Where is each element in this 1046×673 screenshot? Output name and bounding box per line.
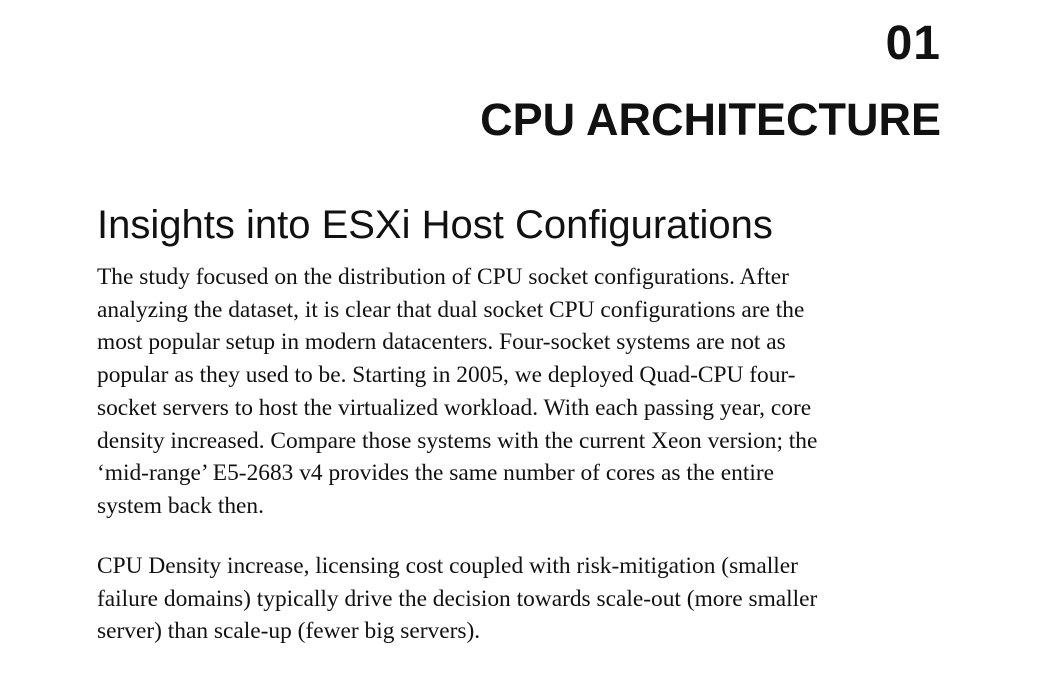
paragraph-line: The study focused on the distribution of… xyxy=(97,264,789,290)
section-heading: Insights into ESXi Host Configurations xyxy=(97,203,773,247)
paragraph-line: system back then. xyxy=(97,492,264,519)
paragraph-line: popular as they used to be. Starting in … xyxy=(97,362,796,389)
paragraph-line: most popular setup in modern datacenters… xyxy=(97,329,786,356)
paragraph-line: server) than scale-up (fewer big servers… xyxy=(97,618,481,645)
paragraph-line: analyzing the dataset, it is clear that … xyxy=(97,296,805,323)
chapter-title: CPU ARCHITECTURE xyxy=(480,94,941,145)
body-paragraph-2: CPU Density increase, licensing cost cou… xyxy=(97,550,947,648)
paragraph-line: failure domains) typically drive the dec… xyxy=(97,585,818,612)
paragraph-line: ‘mid-range’ E5-2683 v4 provides the same… xyxy=(97,460,775,487)
chapter-number: 01 xyxy=(885,17,941,70)
paragraph-line: CPU Density increase, licensing cost cou… xyxy=(97,553,798,579)
paragraph-line: density increased. Compare those systems… xyxy=(97,427,818,454)
body-paragraph-1: The study focused on the distribution of… xyxy=(97,261,947,523)
paragraph-line: socket servers to host the virtualized w… xyxy=(97,394,812,421)
